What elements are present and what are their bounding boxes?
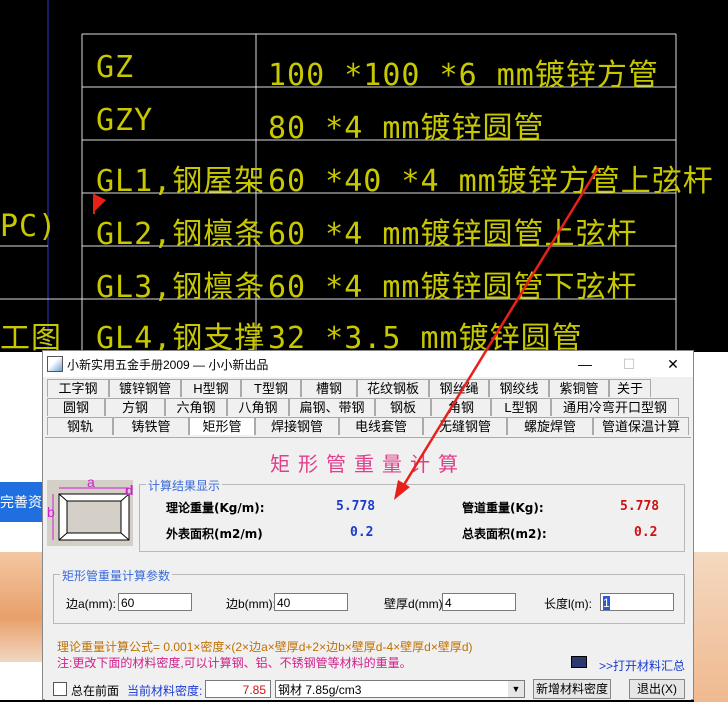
cad-desc-gl3: 60 *4 mm镀锌圆管下弦杆 — [268, 270, 638, 305]
tab-round-bar[interactable]: 圆钢 — [47, 398, 105, 416]
summary-icon[interactable] — [571, 656, 587, 668]
wall-thickness-label: 壁厚d(mm) — [384, 597, 443, 611]
side-b-label: 边b(mm): — [226, 597, 276, 611]
tab-row-1: 工字钢 镀锌钢管 H型钢 T型钢 槽钢 花纹钢板 钢丝绳 钢绞线 紫铜管 关于 — [47, 379, 651, 398]
background-web-image — [0, 552, 44, 662]
always-on-top-checkbox[interactable] — [53, 682, 67, 696]
tab-hexagon-bar[interactable]: 六角钢 — [165, 398, 227, 416]
pipe-weight-label: 管道重量(Kg): — [462, 501, 544, 515]
cad-left-fragment-pc: PC) — [0, 209, 58, 244]
theory-weight-value: 5.778 — [336, 499, 376, 514]
diagram-label-a: a — [87, 474, 95, 490]
cad-desc-gz: 100 *100 *6 mm镀锌方管 — [268, 58, 659, 93]
results-legend: 计算结果显示 — [146, 477, 223, 494]
hardware-handbook-window: 小新实用五金手册2009 — 小小新出品 — ☐ ✕ 工字钢 镀锌钢管 H型钢 … — [42, 350, 694, 700]
material-select-value: 钢材 7.85g/cm3 — [278, 683, 362, 697]
formula-text: 理论重量计算公式= 0.001×密度×(2×边a×壁厚d+2×边b×壁厚d-4×… — [57, 640, 473, 654]
tab-angle[interactable]: 角钢 — [431, 398, 491, 416]
cad-desc-gzy: 80 *4 mm镀锌圆管 — [268, 111, 545, 146]
tab-insulation-calc[interactable]: 管道保温计算 — [593, 417, 689, 435]
params-legend: 矩形管重量计算参数 — [60, 567, 173, 584]
tab-row-2: 圆钢 方钢 六角钢 八角钢 扁钢、带钢 钢板 角钢 L型钢 通用冷弯开口型钢 — [47, 398, 679, 417]
cad-drawing-area: GZ 100 *100 *6 mm镀锌方管 GZY 80 *4 mm镀锌圆管 G… — [0, 0, 728, 356]
material-select[interactable]: 钢材 7.85g/cm3 ▼ — [275, 680, 525, 698]
theory-weight-label: 理论重量(Kg/m): — [166, 501, 265, 515]
title-bar[interactable]: 小新实用五金手册2009 — 小小新出品 — ☐ ✕ — [43, 351, 693, 377]
tab-checkered-plate[interactable]: 花纹钢板 — [357, 379, 429, 397]
tab-seamless-pipe[interactable]: 无缝钢管 — [423, 417, 507, 435]
tab-t-beam[interactable]: T型钢 — [241, 379, 301, 397]
add-material-button[interactable]: 新增材料密度 — [533, 679, 611, 699]
tab-steel-plate[interactable]: 钢板 — [375, 398, 431, 416]
side-b-input[interactable]: 40 — [274, 593, 348, 611]
tab-strand[interactable]: 钢绞线 — [489, 379, 549, 397]
cad-code-gz: GZ — [96, 50, 135, 85]
cad-code-gl1: GL1,钢屋架 — [96, 164, 266, 199]
cad-code-gl3: GL3,钢檩条 — [96, 270, 266, 305]
close-button[interactable]: ✕ — [651, 351, 695, 377]
maximize-button[interactable]: ☐ — [607, 351, 651, 377]
tab-about[interactable]: 关于 — [609, 379, 651, 397]
tab-flat-bar[interactable]: 扁钢、带钢 — [289, 398, 375, 416]
app-icon — [47, 356, 63, 372]
cad-desc-gl1: 60 *40 *4 mm镀锌方管上弦杆 — [268, 164, 714, 199]
tab-channel[interactable]: 槽钢 — [301, 379, 357, 397]
density-note: 注:更改下面的材料密度,可以计算钢、铝、不锈钢管等材料的重量。 — [57, 656, 412, 670]
tab-cold-formed[interactable]: 通用冷弯开口型钢 — [551, 398, 679, 416]
tab-h-beam[interactable]: H型钢 — [181, 379, 241, 397]
minimize-button[interactable]: — — [563, 351, 607, 377]
background-web-button[interactable]: 完善资 — [0, 482, 44, 522]
cad-desc-gl2: 60 *4 mm镀锌圆管上弦杆 — [268, 217, 638, 252]
density-input[interactable]: 7.85 — [205, 680, 271, 698]
tube-cross-section-diagram: a b d — [47, 474, 134, 546]
params-group: 矩形管重量计算参数 边a(mm): 60 边b(mm): 40 壁厚d(mm) … — [53, 567, 685, 624]
tab-rail[interactable]: 钢轨 — [47, 417, 113, 435]
tab-i-beam[interactable]: 工字钢 — [47, 379, 109, 397]
always-on-top-label: 总在前面 — [71, 684, 120, 698]
pipe-weight-value: 5.778 — [620, 499, 660, 514]
cad-code-gzy: GZY — [96, 103, 154, 138]
cad-code-gl2: GL2,钢檩条 — [96, 217, 266, 252]
wall-thickness-input[interactable]: 4 — [442, 593, 516, 611]
tab-square-bar[interactable]: 方钢 — [105, 398, 165, 416]
results-group: 计算结果显示 理论重量(Kg/m): 5.778 管道重量(Kg): 5.778… — [139, 477, 685, 552]
density-label: 当前材料密度: — [127, 684, 203, 698]
window-title: 小新实用五金手册2009 — 小小新出品 — [67, 358, 269, 372]
tab-wire-rope[interactable]: 钢丝绳 — [429, 379, 489, 397]
tab-spiral-pipe[interactable]: 螺旋焊管 — [507, 417, 593, 435]
diagram-label-b: b — [47, 504, 55, 520]
length-input[interactable]: 1 — [600, 593, 674, 611]
tab-rectangular-tube[interactable]: 矩形管 — [189, 417, 255, 435]
total-area-value: 0.2 — [634, 525, 658, 540]
background-web-right — [694, 352, 728, 702]
side-a-input[interactable]: 60 — [118, 593, 192, 611]
tab-conduit[interactable]: 电线套管 — [339, 417, 423, 435]
length-input-selected-text: 1 — [603, 596, 610, 610]
outer-area-value: 0.2 — [350, 525, 374, 540]
total-area-label: 总表面积(m2): — [462, 527, 547, 541]
tab-galvanized-pipe[interactable]: 镀锌钢管 — [109, 379, 181, 397]
tab-welded-pipe[interactable]: 焊接钢管 — [255, 417, 339, 435]
chevron-down-icon[interactable]: ▼ — [508, 681, 524, 697]
open-summary-link[interactable]: >>打开材料汇总 — [599, 657, 685, 674]
tab-cast-iron-pipe[interactable]: 铸铁管 — [113, 417, 189, 435]
exit-button[interactable]: 退出(X) — [629, 679, 685, 699]
bottom-toolbar: 总在前面 当前材料密度: 7.85 钢材 7.85g/cm3 ▼ 新增材料密度 … — [43, 677, 693, 701]
tab-octagon-bar[interactable]: 八角钢 — [227, 398, 289, 416]
diagram-label-d: d — [125, 482, 134, 498]
tab-copper-pipe[interactable]: 紫铜管 — [549, 379, 609, 397]
length-label: 长度l(m): — [544, 597, 592, 611]
outer-area-label: 外表面积(m2/m) — [166, 527, 263, 541]
tab-row-3: 钢轨 铸铁管 矩形管 焊接钢管 电线套管 无缝钢管 螺旋焊管 管道保温计算 — [47, 417, 689, 436]
side-a-label: 边a(mm): — [66, 597, 116, 611]
panel-heading: 矩形管重量计算 — [270, 452, 466, 476]
tab-l-beam[interactable]: L型钢 — [491, 398, 551, 416]
rectangular-tube-panel: 矩形管重量计算 a b d 计算结果显示 理论重量(Kg/m): 5.778 管… — [45, 437, 691, 700]
